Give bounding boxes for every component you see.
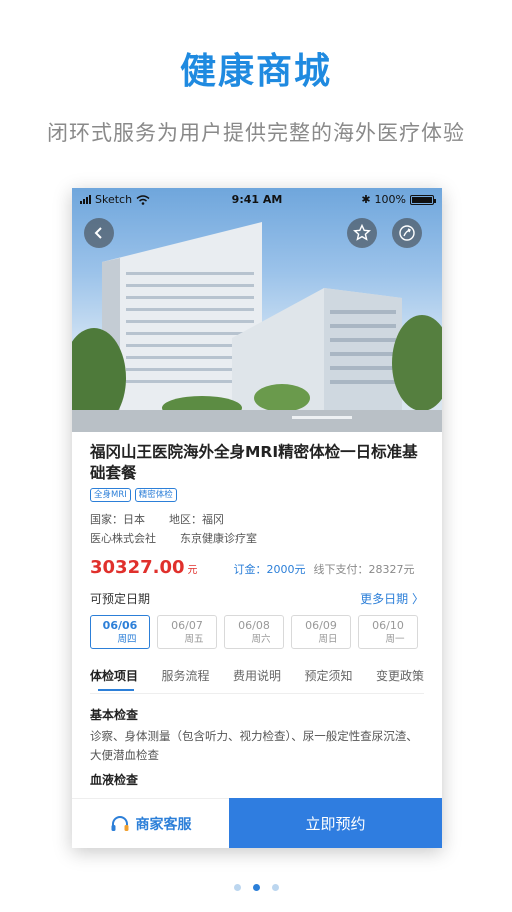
date-header: 可预定日期 更多日期 〉	[90, 590, 424, 607]
country-label: 国家：日本	[90, 513, 145, 526]
detail-tabs: 体检项目 服务流程 费用说明 预定须知 变更政策	[90, 667, 424, 693]
date-option[interactable]: 06/09 周日	[291, 615, 351, 649]
bottom-action-bar: 商家客服 立即预约	[72, 798, 442, 848]
date-option[interactable]: 06/07 周五	[157, 615, 217, 649]
battery-percent: 100%	[374, 193, 406, 206]
chevron-left-icon	[94, 227, 102, 239]
date-value: 06/07	[171, 619, 203, 632]
price-value: 30327.00	[90, 557, 185, 578]
date-value: 06/10	[372, 619, 404, 632]
date-weekday: 周六	[251, 634, 271, 645]
section-title: 血液检查	[90, 773, 139, 787]
date-picker: 06/06 周四 06/07 周五 06/08 周六 06/09 周日 06/10 周一	[90, 615, 424, 649]
customer-service-label: 商家客服	[135, 816, 192, 833]
date-option[interactable]: 06/08 周六	[224, 615, 284, 649]
price-unit: 元	[187, 565, 198, 576]
section-title: 基本检查	[90, 708, 139, 722]
tab-fee-info[interactable]: 费用说明	[233, 667, 281, 693]
tabs-divider	[90, 693, 424, 694]
share-icon	[399, 225, 415, 241]
bluetooth-icon: ✱	[361, 193, 371, 206]
customer-service-button[interactable]: 商家客服	[72, 798, 229, 848]
book-now-button[interactable]: 立即预约	[229, 798, 442, 848]
offline-payment-label: 线下支付：28327元	[313, 563, 415, 576]
date-weekday: 周日	[318, 634, 338, 645]
section-text: 诊察、身体测量（包含听力、视力检查）、尿一般定性查尿沉渣、大便潜血检查	[90, 729, 418, 762]
battery-icon	[410, 194, 436, 205]
page-dot[interactable]	[233, 884, 241, 891]
tag-mri: 全身MRI	[90, 488, 131, 502]
phone-mockup: Sketch 9:41 AM ✱ 100% 福冈山王医院海外全身MRI精密体检一…	[72, 188, 442, 848]
date-weekday: 周一	[385, 634, 405, 645]
date-value: 06/08	[238, 619, 270, 632]
page-dot[interactable]	[271, 884, 279, 891]
product-tags: 全身MRI 精密体检	[90, 488, 424, 502]
product-info: 福冈山王医院海外全身MRI精密体检一日标准基础套餐 全身MRI 精密体检 国家：…	[72, 432, 442, 788]
page-indicator	[0, 884, 512, 891]
hero-subtitle: 闭环式服务为用户提供完整的海外医疗体验	[47, 121, 465, 145]
favorite-button[interactable]	[347, 218, 377, 248]
more-dates-link[interactable]: 更多日期 〉	[360, 590, 424, 607]
star-icon	[353, 224, 371, 241]
headset-icon	[111, 815, 128, 831]
hospital-building-image	[72, 222, 442, 432]
share-button[interactable]	[392, 218, 422, 248]
deposit-label: 订金：2000元	[233, 563, 306, 576]
hospital-photo: Sketch 9:41 AM ✱ 100%	[72, 188, 442, 432]
page-dot-active[interactable]	[252, 884, 260, 891]
product-meta: 国家：日本 地区：福冈 医心株式会社 东京健康诊疗室	[90, 510, 424, 548]
product-title: 福冈山王医院海外全身MRI精密体检一日标准基础套餐	[90, 443, 418, 482]
region-label: 地区：福冈	[169, 513, 224, 526]
date-weekday: 周四	[117, 634, 137, 645]
screen: 健康商城 闭环式服务为用户提供完整的海外医疗体验 Sketch 9:41 AM …	[0, 0, 512, 912]
date-value: 06/06	[102, 619, 138, 632]
active-tab-indicator	[98, 689, 134, 691]
price-row: 30327.00 元 订金：2000元 线下支付：28327元	[90, 557, 424, 578]
tab-booking-notes[interactable]: 预定须知	[304, 667, 352, 693]
tab-change-policy[interactable]: 变更政策	[376, 667, 424, 693]
date-option[interactable]: 06/06 周四	[90, 615, 150, 649]
date-weekday: 周五	[184, 634, 204, 645]
tab-service-flow[interactable]: 服务流程	[161, 667, 209, 693]
date-option[interactable]: 06/10 周一	[358, 615, 418, 649]
date-value: 06/09	[305, 619, 337, 632]
back-button[interactable]	[84, 218, 114, 248]
tag-checkup: 精密体检	[134, 488, 177, 502]
hero-title: 健康商城	[179, 51, 332, 92]
company-name: 医心株式会社	[90, 532, 156, 545]
status-bar: Sketch 9:41 AM ✱ 100%	[72, 188, 442, 212]
date-heading: 可预定日期	[90, 592, 151, 606]
clinic-name: 东京健康诊疗室	[180, 532, 257, 545]
